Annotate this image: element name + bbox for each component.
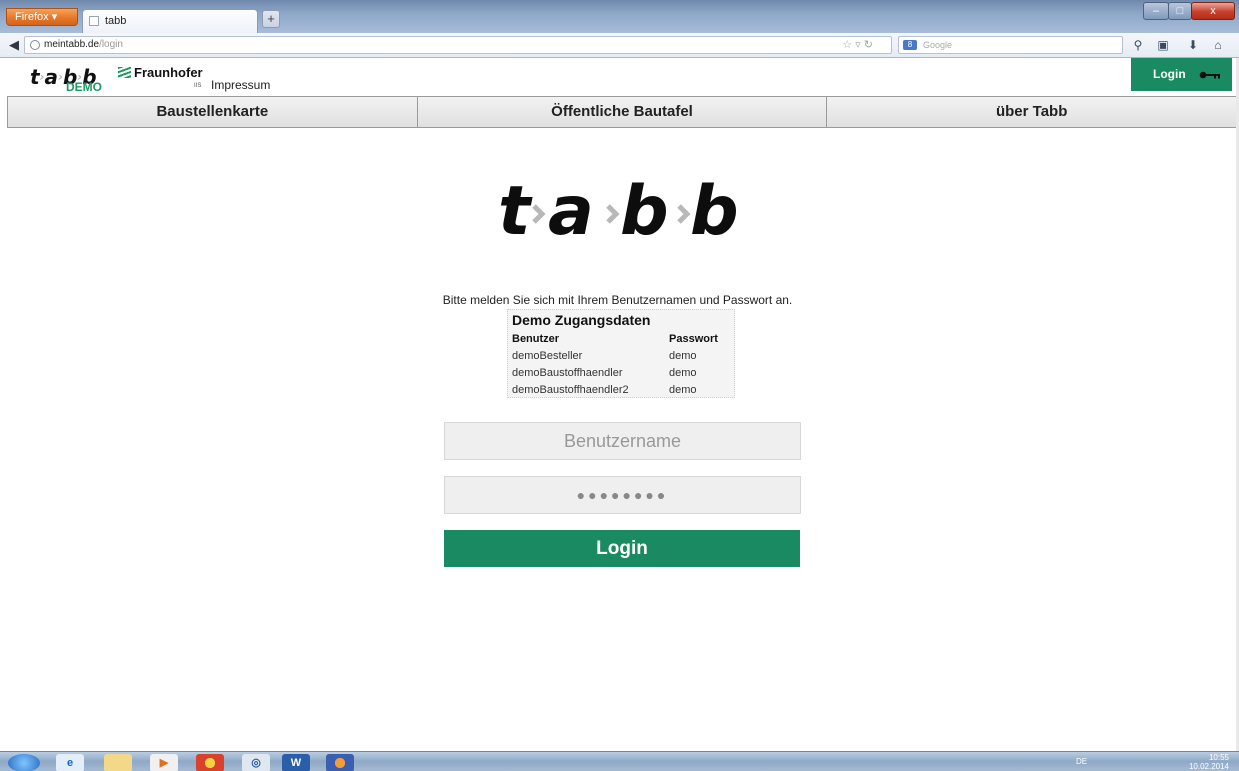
demo-credentials-title: Demo Zugangsdaten (512, 312, 651, 328)
home-icon[interactable]: ⌂ (1210, 37, 1226, 53)
clock-time: 10:55 (1208, 753, 1229, 762)
search-bar[interactable]: 8 Google (898, 36, 1123, 54)
password-input[interactable] (444, 476, 801, 514)
demo-user: demoBaustoffhaendler (512, 367, 623, 379)
fraunhofer-subtitle: IIS (194, 83, 202, 89)
demo-password: demo (669, 350, 697, 362)
minimize-button[interactable]: – (1143, 2, 1169, 20)
nav-baustellenkarte[interactable]: Baustellenkarte (8, 97, 418, 127)
demo-credentials-table: Benutzer Passwort demoBesteller demo dem… (510, 331, 720, 399)
clock-date: 10.02.2014 (1188, 762, 1229, 771)
bookmark-star-icon[interactable]: ☆ ▿ ↻ (842, 37, 873, 53)
globe-icon (30, 40, 40, 50)
browser-titlebar: Firefox ▾ tabb + – □ x (0, 0, 1239, 33)
bookmarks-icon[interactable]: ▣ (1155, 37, 1171, 53)
back-arrow-icon[interactable]: ◀ (4, 36, 24, 54)
browser-navbar: ◀ meintabb.de/login ☆ ▿ ↻ 8 Google ⚲ ▣ ⬇… (0, 33, 1239, 58)
big-logo-b2: b (690, 172, 739, 248)
column-header-user: Benutzer (512, 333, 560, 345)
search-placeholder: Google (923, 40, 953, 50)
search-icon[interactable]: ⚲ (1130, 37, 1146, 53)
demo-user: demoBesteller (512, 350, 583, 362)
table-row: demoBaustoffhaendler demo (510, 365, 720, 382)
big-logo-t: t (498, 172, 533, 248)
start-button-icon[interactable] (8, 754, 40, 771)
page-favicon-icon (89, 16, 99, 26)
main-navigation: Baustellenkarte Öffentliche Bautafel übe… (7, 96, 1237, 128)
impressum-link[interactable]: Impressum (211, 78, 270, 92)
table-row: demoBesteller demo (510, 348, 720, 365)
login-submit-button[interactable]: Login (444, 530, 800, 567)
page-header: t›a›b›b DEMO Fraunhofer IIS Impressum (0, 58, 1239, 96)
browser-tab[interactable]: tabb (82, 9, 258, 33)
chrome-icon[interactable] (196, 754, 224, 771)
demo-user: demoBaustoffhaendler2 (512, 384, 629, 396)
firefox-icon[interactable] (326, 754, 354, 771)
keyboard-language[interactable]: DE (1076, 757, 1087, 766)
internet-explorer-icon[interactable]: e (56, 754, 84, 771)
fraunhofer-logo: Fraunhofer (118, 65, 203, 80)
app-icon[interactable]: ◎ (242, 754, 270, 771)
username-input[interactable] (444, 422, 801, 460)
tabb-big-logo: t a b b (498, 172, 739, 248)
firefox-menu-button[interactable]: Firefox ▾ (6, 8, 78, 26)
tab-title: tabb (105, 15, 127, 27)
demo-password: demo (669, 367, 697, 379)
demo-badge: DEMO (66, 80, 102, 94)
login-instruction: Bitte melden Sie sich mit Ihrem Benutzer… (442, 293, 793, 307)
download-icon[interactable]: ⬇ (1185, 37, 1201, 53)
media-player-icon[interactable]: ▶ (150, 754, 178, 771)
fraunhofer-mark-icon (118, 67, 131, 78)
nav-oeffentliche-bautafel[interactable]: Öffentliche Bautafel (417, 97, 828, 127)
maximize-button[interactable]: □ (1168, 2, 1192, 20)
header-login-button[interactable]: Login (1131, 58, 1232, 91)
column-header-password: Passwort (669, 333, 718, 345)
big-logo-b1: b (620, 172, 669, 248)
url-bar[interactable]: meintabb.de/login ☆ ▿ ↻ (24, 36, 892, 54)
logo-arrow-3 (677, 204, 691, 224)
url-text: meintabb.de/login (44, 39, 123, 50)
demo-password: demo (669, 384, 697, 396)
logo-arrow-2 (606, 204, 620, 224)
big-logo-a: a (548, 172, 594, 248)
key-icon (1199, 71, 1220, 79)
demo-credentials-box: Demo Zugangsdaten Benutzer Passwort demo… (507, 309, 735, 398)
header-login-label: Login (1153, 67, 1186, 81)
table-header-row: Benutzer Passwort (510, 331, 720, 348)
window-controls: – □ x (1143, 2, 1235, 22)
system-clock[interactable]: 10:55 10.02.2014 (1189, 753, 1229, 771)
nav-ueber-tabb[interactable]: über Tabb (827, 97, 1237, 127)
search-engine-icon[interactable]: 8 (903, 40, 917, 50)
file-explorer-icon[interactable] (104, 754, 132, 771)
table-row: demoBaustoffhaendler2 demo (510, 382, 720, 399)
close-window-button[interactable]: x (1191, 2, 1235, 20)
new-tab-button[interactable]: + (262, 10, 280, 28)
logo-arrow-1 (532, 204, 546, 224)
windows-taskbar: e ▶ ◎ W DE 10:55 10.02.2014 (0, 751, 1239, 771)
word-icon[interactable]: W (282, 754, 310, 771)
